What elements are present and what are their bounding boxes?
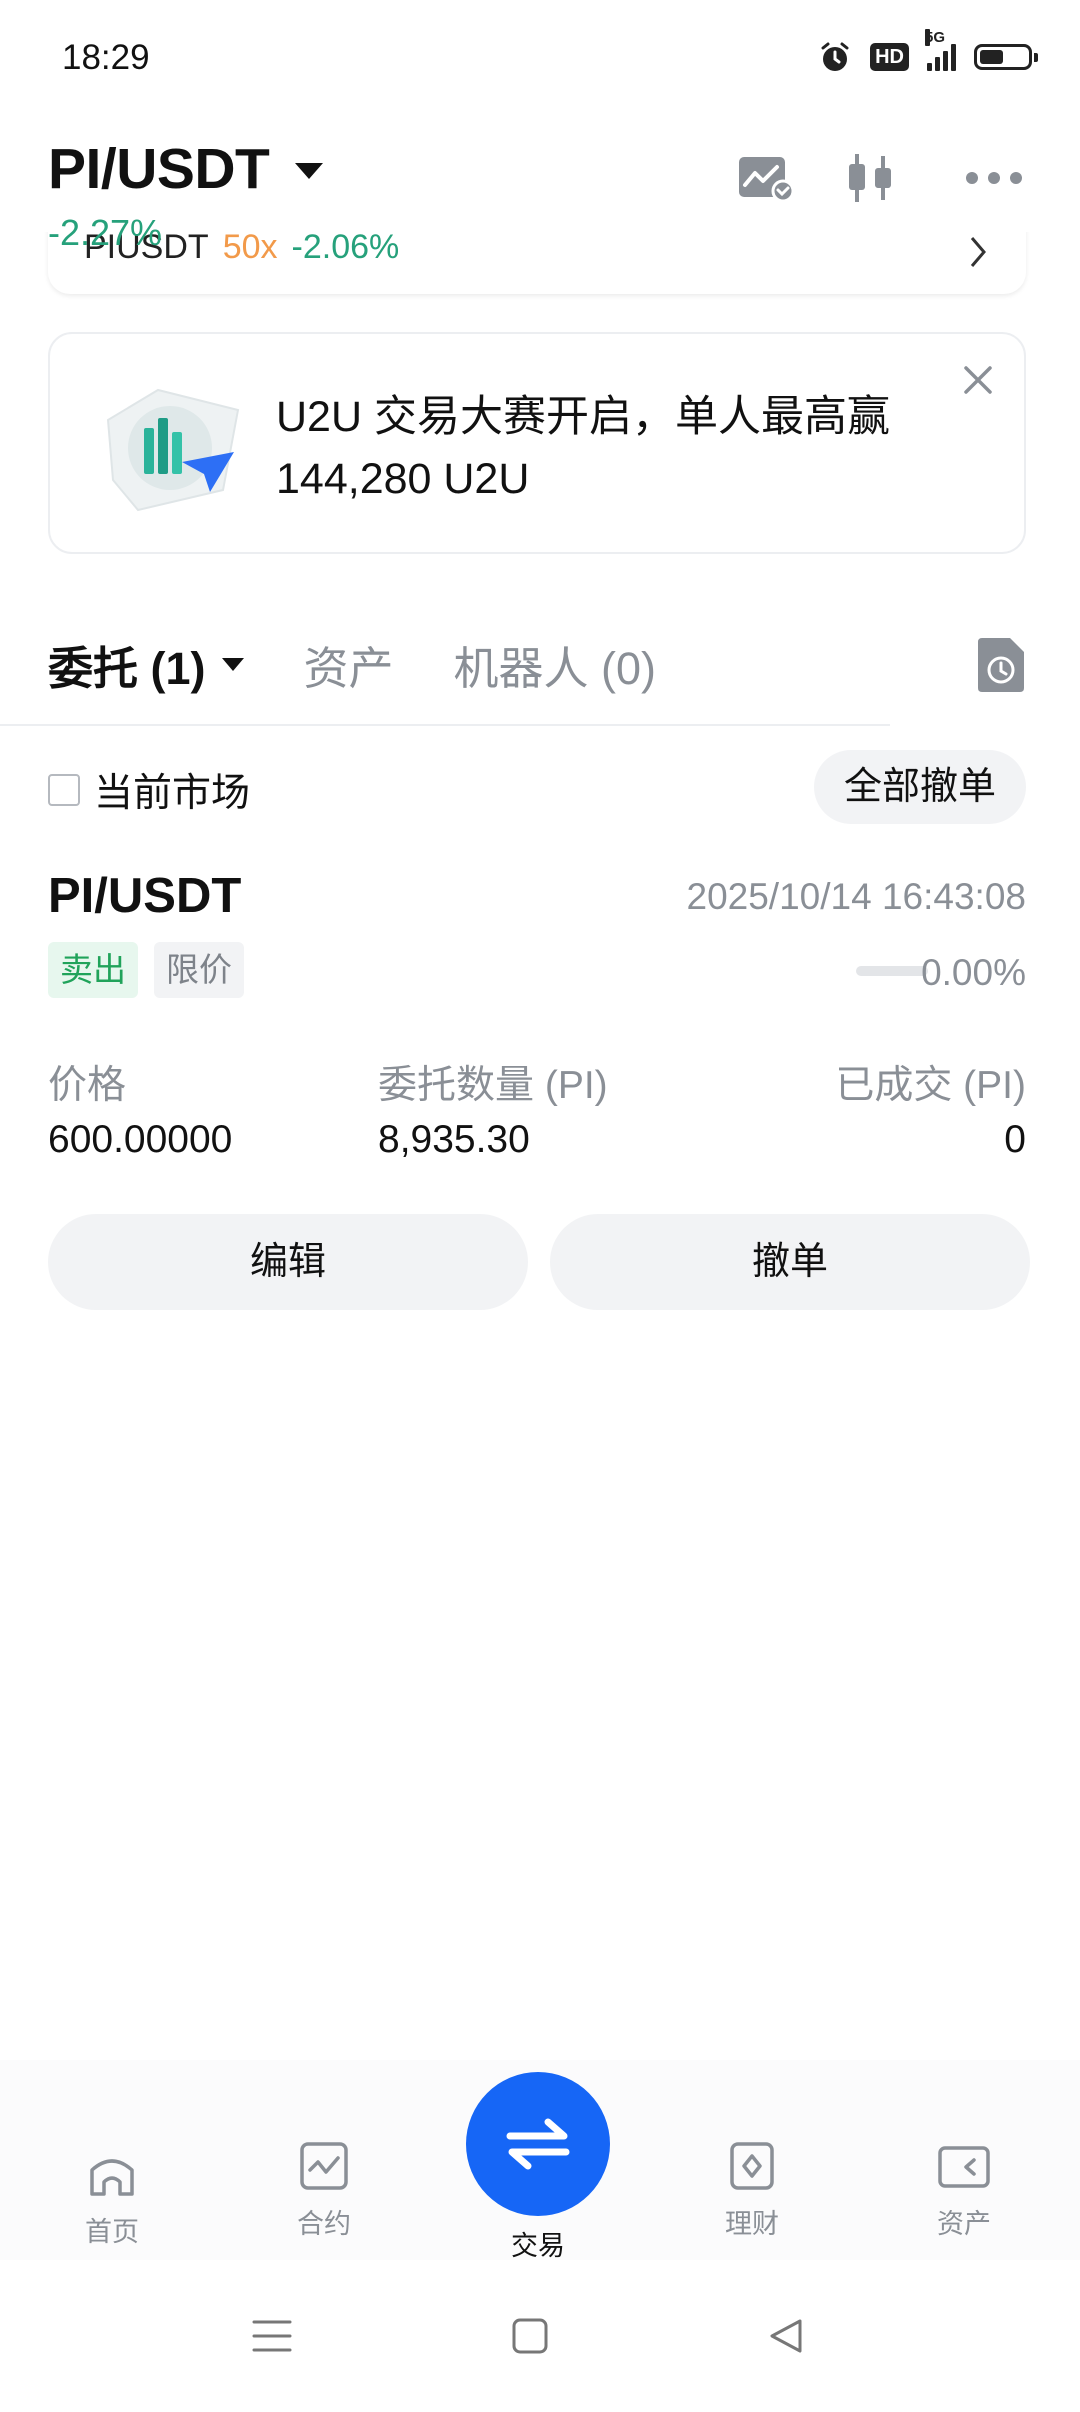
checkbox[interactable] [48,774,80,806]
quantity-value: 8,935.30 [378,1118,530,1161]
tab-bots[interactable]: 机器人 (0) [454,632,657,697]
page-title: PI/USDT [48,137,270,201]
divider [0,724,890,726]
cancel-order-button[interactable]: 撤单 [550,1214,1030,1310]
price-label: 价格 [48,1064,127,1107]
alarm-icon [821,42,849,71]
order-history-icon[interactable] [974,636,1028,694]
back-nav-button[interactable] [756,2306,816,2366]
hd-badge: HD [870,43,909,71]
order-tabs: 委托 (1) 资产 机器人 (0) [48,632,716,697]
back-triangle-icon [770,2319,802,2353]
quantity-label: 委托数量 (PI) [378,1064,608,1107]
swap-arrows-icon [506,2118,570,2170]
filled-value: 0 [1004,1118,1026,1161]
edit-button[interactable]: 编辑 [48,1214,528,1310]
tab-orders-label: 委托 (1) [48,643,206,694]
order-time: 2025/10/14 16:43:08 [686,876,1027,917]
system-nav-bar [0,2260,1080,2412]
nav-futures-label: 合约 [297,2209,351,2239]
filled-label: 已成交 (PI) [835,1064,1026,1107]
price-value: 600.00000 [48,1118,233,1161]
status-icons: HD 5G [818,29,1038,74]
close-icon[interactable] [958,360,998,400]
square-home-icon [512,2318,548,2354]
nav-earn[interactable]: 理财 [682,2140,822,2241]
nav-earn-label: 理财 [725,2209,779,2239]
promo-banner[interactable]: U2U 交易大赛开启，单人最高赢 144,280 U2U [48,332,1026,554]
caret-down-icon [295,163,324,179]
chevron-right-icon [970,237,986,267]
order-pair: PI/USDT [48,869,242,923]
chart-settings-icon[interactable] [736,148,796,208]
earn-icon [730,2142,774,2190]
current-market-filter[interactable]: 当前市场 [48,762,250,818]
order-side-badge: 卖出 [48,942,138,998]
nav-home[interactable]: 首页 [42,2148,182,2249]
futures-leverage: 50x [222,228,278,266]
current-market-label: 当前市场 [94,772,251,815]
caret-down-icon [221,658,244,671]
battery-fill [980,50,1003,64]
nav-assets-label: 资产 [937,2209,991,2239]
home-icon [90,2159,134,2196]
price-change: -2.27% [48,212,163,253]
fill-progress-bar [856,966,928,976]
tab-assets[interactable]: 资产 [304,632,394,697]
menu-lines-icon [252,2320,292,2352]
banner-text: U2U 交易大赛开启，单人最高赢 144,280 U2U [276,393,890,503]
nav-home-label: 首页 [85,2217,139,2247]
status-time: 18:29 [62,38,150,77]
network-type: 5G [925,29,946,46]
nav-assets[interactable]: 资产 [894,2140,1034,2241]
fill-progress-value: 0.00% [921,952,1026,993]
nav-futures[interactable]: 合约 [254,2140,394,2241]
pair-selector[interactable]: PI/USDT [48,136,324,202]
tab-orders[interactable]: 委托 (1) [48,632,244,697]
nav-trade-label: 交易 [511,2231,565,2261]
tab-bots-label: 机器人 (0) [453,643,657,694]
candlestick-icon[interactable] [840,148,900,208]
battery-icon [974,44,1038,70]
signal-icon: 5G [925,29,956,71]
tab-assets-label: 资产 [303,643,394,694]
trading-contest-icon [106,388,240,512]
menu-nav-button[interactable] [242,2306,302,2366]
nav-trade[interactable] [466,2072,610,2216]
more-icon[interactable] [964,148,1024,208]
cancel-all-button[interactable]: 全部撤单 [813,750,1026,824]
wallet-icon [938,2146,990,2188]
home-nav-button[interactable] [500,2306,560,2366]
order-type-badge: 限价 [154,942,244,998]
futures-chart-icon [300,2142,348,2190]
futures-change: -2.06% [291,228,400,266]
